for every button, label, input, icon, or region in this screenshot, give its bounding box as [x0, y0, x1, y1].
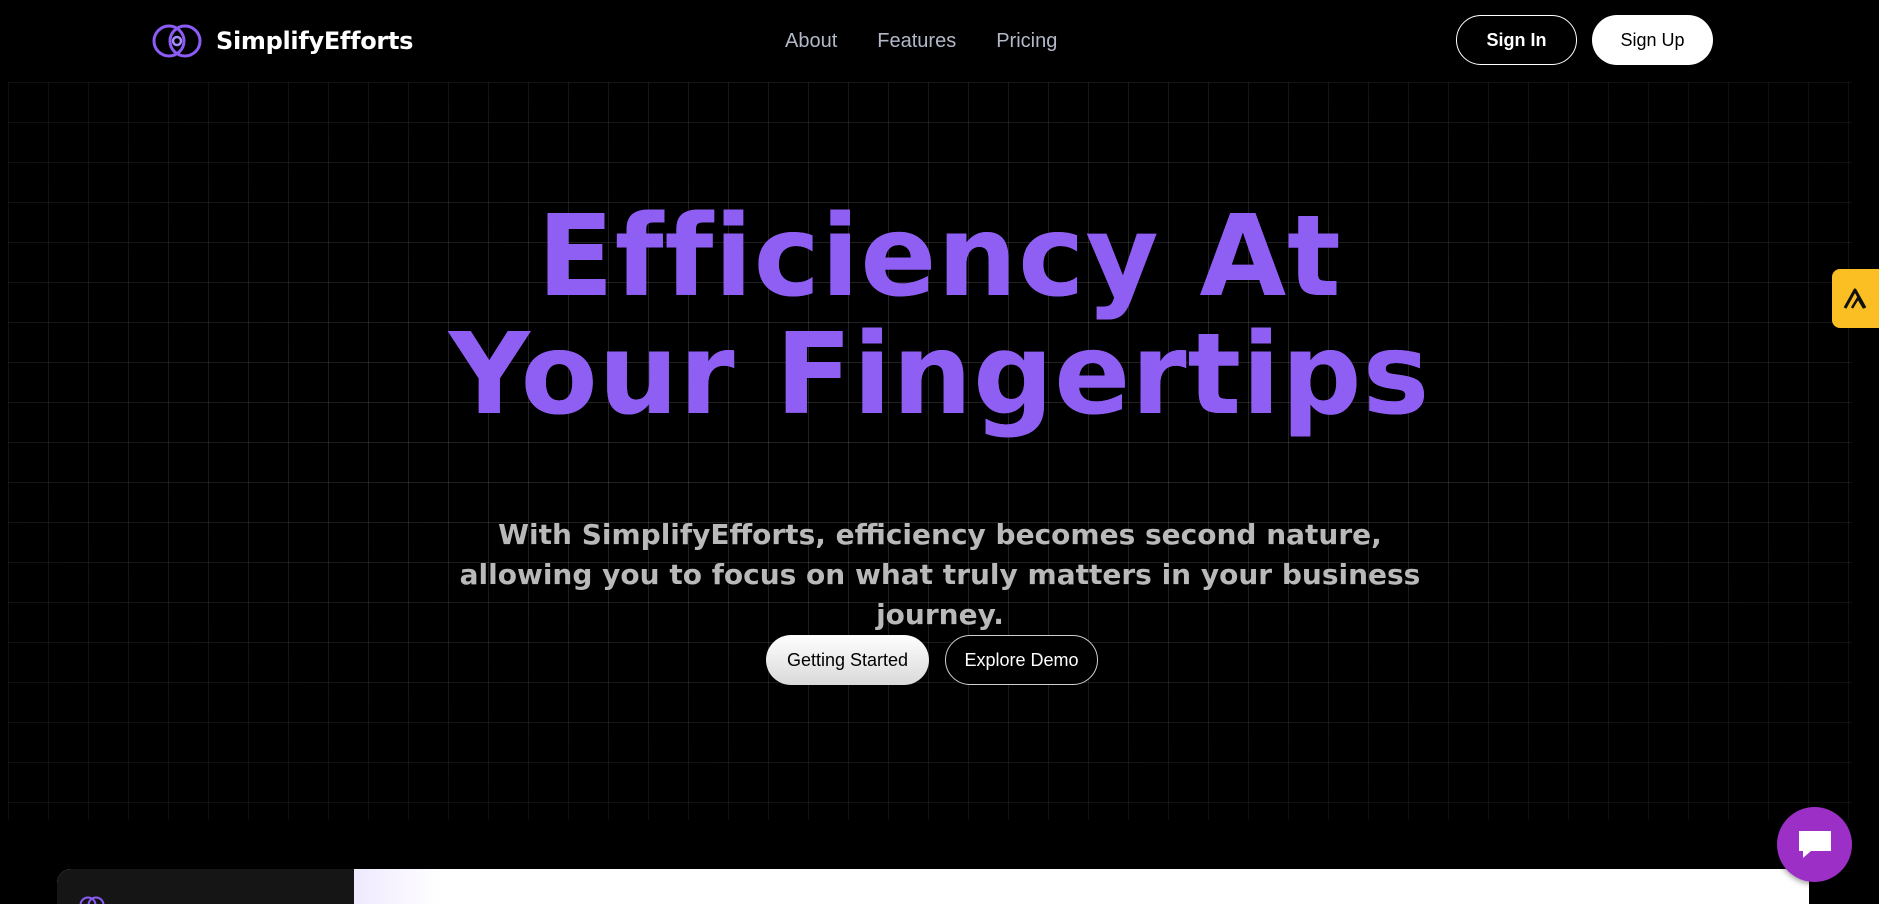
preview-logo-icon — [79, 896, 105, 904]
hero-subtitle: With SimplifyEfforts, efficiency becomes… — [459, 518, 1421, 631]
brand-link[interactable]: SimplifyEfforts — [152, 20, 413, 62]
sign-up-button[interactable]: Sign Up — [1592, 15, 1713, 65]
landing-page: SimplifyEfforts About Features Pricing S… — [0, 0, 1879, 904]
brand-name: SimplifyEfforts — [216, 27, 414, 55]
nav-item-features[interactable]: Features — [877, 30, 956, 53]
triangle-logo-icon — [1843, 288, 1866, 309]
top-navbar: SimplifyEfforts About Features Pricing S… — [0, 0, 1879, 82]
sign-in-button[interactable]: Sign In — [1456, 15, 1577, 65]
hero-title-line-1: Efficiency At — [537, 192, 1342, 322]
dashboard-preview — [57, 869, 1809, 904]
nav-item-about[interactable]: About — [785, 30, 837, 53]
explore-demo-button[interactable]: Explore Demo — [945, 635, 1098, 685]
brand-logo-icon — [152, 24, 202, 58]
auth-buttons: Sign In Sign Up — [1456, 15, 1713, 65]
hero-title: Efficiency At Your Fingertips — [0, 198, 1879, 434]
preview-main-area — [354, 869, 1809, 904]
hero-cta-group: Getting Started Explore Demo — [766, 635, 1098, 685]
nav-item-pricing[interactable]: Pricing — [996, 30, 1057, 53]
main-nav: About Features Pricing — [785, 26, 1057, 56]
preview-sidebar — [57, 869, 354, 904]
getting-started-button[interactable]: Getting Started — [766, 635, 929, 685]
chat-launcher-button[interactable] — [1777, 807, 1852, 882]
side-widget-tab[interactable] — [1832, 269, 1879, 328]
chat-icon — [1798, 830, 1831, 858]
hero-title-line-2: Your Fingertips — [448, 310, 1431, 440]
